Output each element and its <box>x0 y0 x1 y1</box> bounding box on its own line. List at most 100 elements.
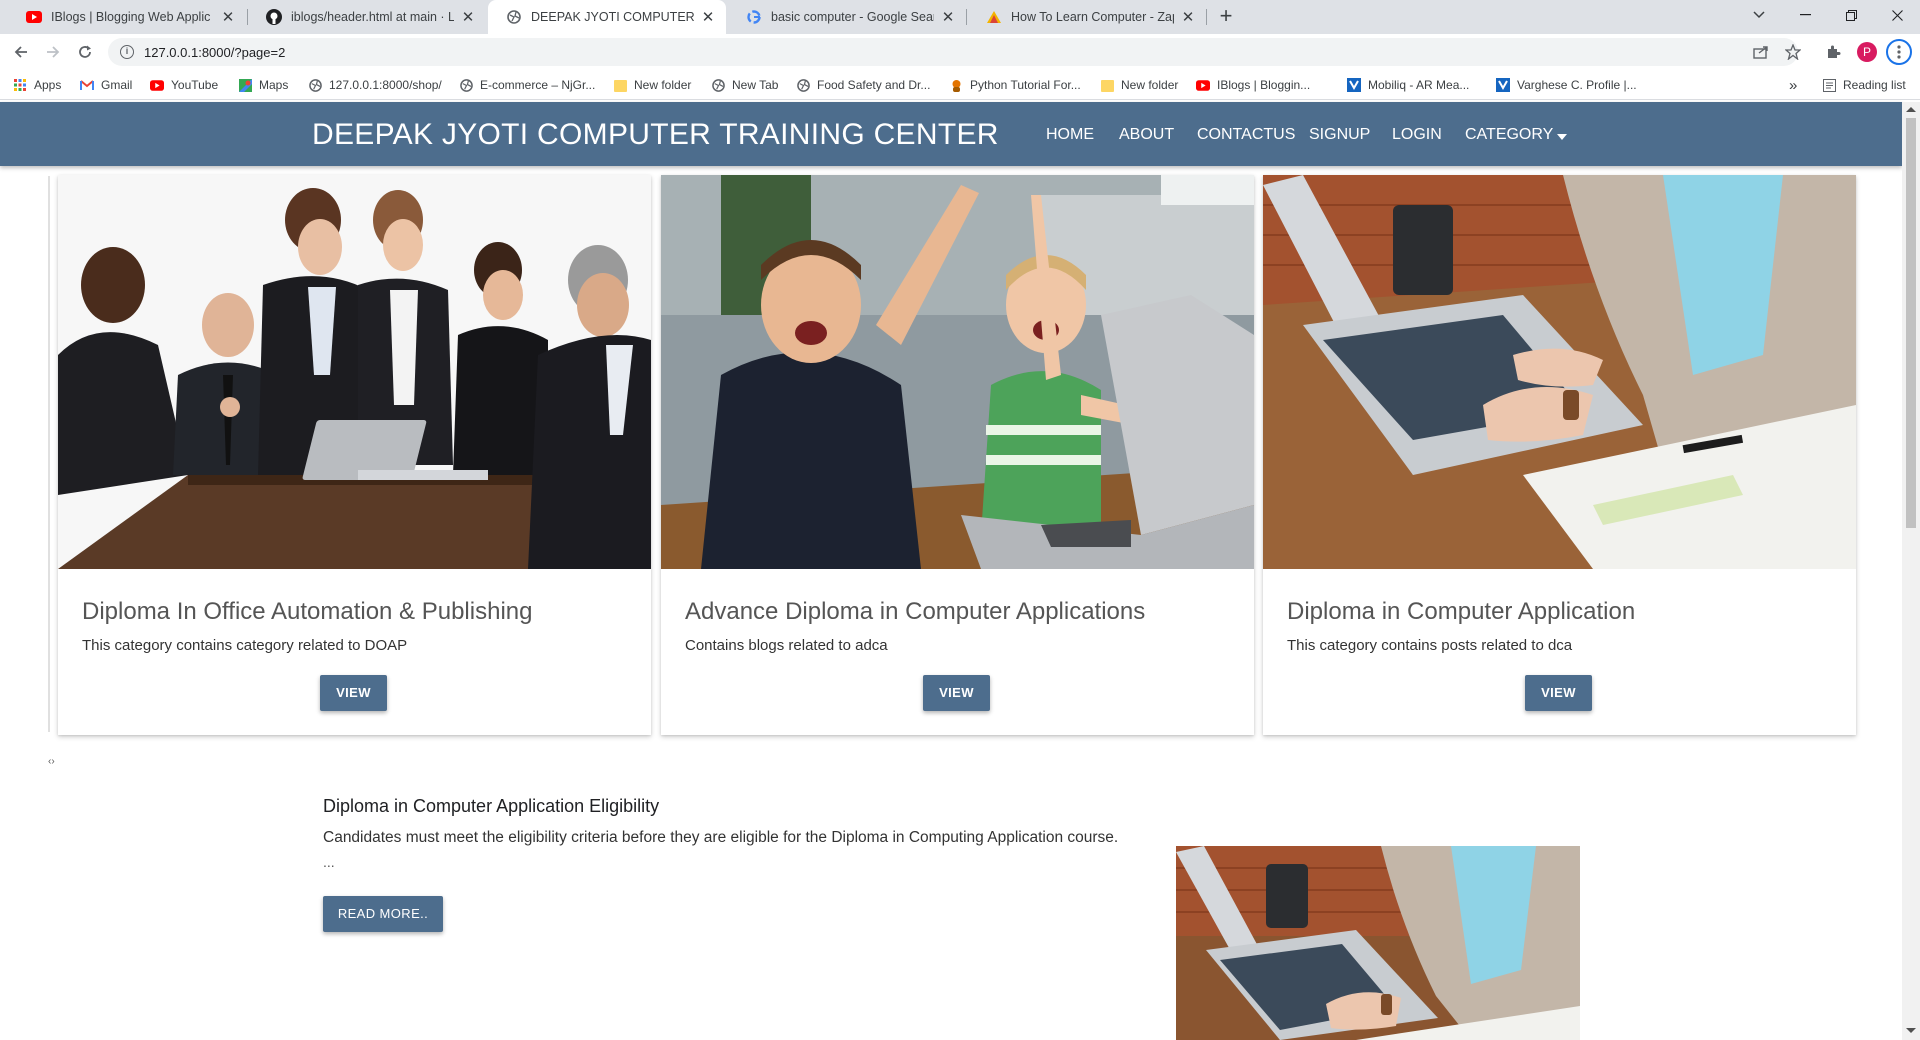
close-icon[interactable]: ✕ <box>220 8 236 26</box>
minimize-button[interactable] <box>1782 0 1828 30</box>
carousel-edge <box>48 176 50 732</box>
bookmark-maps[interactable]: Maps <box>238 76 288 94</box>
bookmark-food-safety[interactable]: Food Safety and Dr... <box>796 76 930 94</box>
mobiliq-icon <box>1347 78 1361 92</box>
category-card-adca: Advance Diploma in Computer Applications… <box>661 175 1254 735</box>
close-window-button[interactable] <box>1874 0 1920 30</box>
chevron-down-icon[interactable] <box>1557 134 1567 140</box>
globe-icon <box>506 9 522 25</box>
restore-button[interactable] <box>1828 0 1874 30</box>
share-icon[interactable] <box>1748 39 1774 65</box>
tab-google-search[interactable]: basic computer - Google Search ✕ <box>728 0 966 34</box>
tab-title: basic computer - Google Search <box>771 10 934 24</box>
nav-signup[interactable]: SIGNUP <box>1309 126 1370 144</box>
bookmark-label: E-commerce – NjGr... <box>480 78 596 92</box>
tab-title: How To Learn Computer - ZapMe <box>1011 10 1174 24</box>
globe-icon <box>711 78 725 92</box>
bookmark-varghese-profile[interactable]: Varghese C. Profile |... <box>1496 76 1637 94</box>
back-button[interactable] <box>8 39 34 65</box>
tab-zapmeta[interactable]: How To Learn Computer - ZapMe ✕ <box>968 0 1206 34</box>
globe-icon <box>459 78 473 92</box>
kids-laptop-photo <box>661 175 1254 569</box>
tab-separator <box>966 9 967 25</box>
bookmark-label: Apps <box>34 78 62 92</box>
more-bookmarks-button[interactable]: » <box>1789 76 1797 94</box>
card-description: This category contains posts related to … <box>1287 637 1573 654</box>
bookmark-label: Varghese C. Profile |... <box>1517 78 1637 92</box>
bookmark-label: New Tab <box>732 78 779 92</box>
tab-search-button[interactable] <box>1736 0 1782 30</box>
tab-title: IBlogs | Blogging Web Applic <box>51 10 211 24</box>
bookmark-label: Python Tutorial For... <box>970 78 1081 92</box>
globe-icon <box>796 78 810 92</box>
close-icon[interactable]: ✕ <box>1180 8 1196 26</box>
read-more-button[interactable]: READ MORE.. <box>323 896 443 932</box>
site-navbar: DEEPAK JYOTI COMPUTER TRAINING CENTER HO… <box>0 102 1902 166</box>
carousel-control[interactable]: ‹› <box>48 756 55 767</box>
bookmark-apps[interactable]: Apps <box>13 76 61 94</box>
maps-icon <box>238 78 252 92</box>
reload-button[interactable] <box>72 39 98 65</box>
bookmark-python-tutorial[interactable]: Python Tutorial For... <box>949 76 1081 94</box>
card-title: Diploma In Office Automation & Publishin… <box>82 598 533 625</box>
post-excerpt: Candidates must meet the eligibility cri… <box>323 829 1119 846</box>
bookmark-label: New folder <box>634 78 692 92</box>
post-ellipsis: ... <box>323 854 335 870</box>
laptop-typing-photo <box>1176 846 1580 1040</box>
apps-grid-icon <box>13 78 27 92</box>
tab-iblogs-youtube[interactable]: IBlogs | Blogging Web Applic ✕ <box>8 0 246 34</box>
card-title: Diploma in Computer Application <box>1287 598 1636 625</box>
nav-about[interactable]: ABOUT <box>1119 126 1174 144</box>
nav-contactus[interactable]: CONTACTUS <box>1197 126 1295 144</box>
folder-icon <box>613 78 627 92</box>
bookmark-gmail[interactable]: Gmail <box>80 76 132 94</box>
bookmark-new-folder-2[interactable]: New folder <box>1100 76 1178 94</box>
bookmark-star-icon[interactable] <box>1780 39 1806 65</box>
page-scrollbar[interactable] <box>1902 102 1920 1040</box>
close-icon[interactable]: ✕ <box>700 8 716 26</box>
nav-category[interactable]: CATEGORY <box>1465 126 1553 144</box>
business-meeting-photo <box>58 175 651 569</box>
youtube-icon <box>1196 78 1210 92</box>
info-icon[interactable]: i <box>120 45 134 59</box>
bookmarks-bar: Apps Gmail YouTube Maps 127.0.0.1:8000/s… <box>0 70 1920 100</box>
forward-button[interactable] <box>40 39 66 65</box>
nav-home[interactable]: HOME <box>1046 126 1094 144</box>
bookmark-label: IBlogs | Bloggin... <box>1217 78 1311 92</box>
reading-list-button[interactable]: Reading list <box>1822 76 1906 94</box>
tab-deepak-jyoti[interactable]: DEEPAK JYOTI COMPUTER TRAIN ✕ <box>488 0 726 34</box>
laptop-typing-photo <box>1263 175 1856 569</box>
view-button[interactable]: VIEW <box>923 675 990 711</box>
view-button[interactable]: VIEW <box>320 675 387 711</box>
site-brand[interactable]: DEEPAK JYOTI COMPUTER TRAINING CENTER <box>312 118 999 152</box>
scrollbar-thumb[interactable] <box>1906 118 1916 528</box>
nav-login[interactable]: LOGIN <box>1392 126 1442 144</box>
extensions-icon[interactable] <box>1820 39 1846 65</box>
profile-avatar[interactable]: P <box>1857 42 1877 62</box>
scroll-down-arrow[interactable] <box>1906 1028 1916 1033</box>
bookmark-new-tab[interactable]: New Tab <box>711 76 778 94</box>
zapmeta-icon <box>986 9 1002 25</box>
scroll-up-arrow[interactable] <box>1906 107 1916 112</box>
bookmark-new-folder-1[interactable]: New folder <box>613 76 691 94</box>
bookmark-ecommerce[interactable]: E-commerce – NjGr... <box>459 76 595 94</box>
bookmark-label: YouTube <box>171 78 219 92</box>
close-icon[interactable]: ✕ <box>460 8 476 26</box>
python-icon <box>949 78 963 92</box>
category-card-dca: Diploma in Computer Application This cat… <box>1263 175 1856 735</box>
new-tab-button[interactable]: + <box>1213 3 1239 29</box>
address-bar[interactable]: i 127.0.0.1:8000/?page=2 <box>108 38 1798 66</box>
menu-kebab-icon[interactable] <box>1886 39 1912 65</box>
bookmark-mobiliq[interactable]: Mobiliq - AR Mea... <box>1347 76 1469 94</box>
bookmark-shop[interactable]: 127.0.0.1:8000/shop/ <box>308 76 442 94</box>
bookmark-label: New folder <box>1121 78 1179 92</box>
close-icon[interactable]: ✕ <box>940 8 956 26</box>
bookmark-iblogs[interactable]: IBlogs | Bloggin... <box>1196 76 1310 94</box>
view-button[interactable]: VIEW <box>1525 675 1592 711</box>
bookmark-youtube[interactable]: YouTube <box>150 76 218 94</box>
folder-icon <box>1100 78 1114 92</box>
tab-title: DEEPAK JYOTI COMPUTER TRAIN <box>531 10 694 24</box>
tab-separator <box>1206 9 1207 25</box>
browser-tab-strip: IBlogs | Blogging Web Applic ✕ iblogs/he… <box>0 0 1920 34</box>
tab-github[interactable]: iblogs/header.html at main · Lea ✕ <box>248 0 486 34</box>
